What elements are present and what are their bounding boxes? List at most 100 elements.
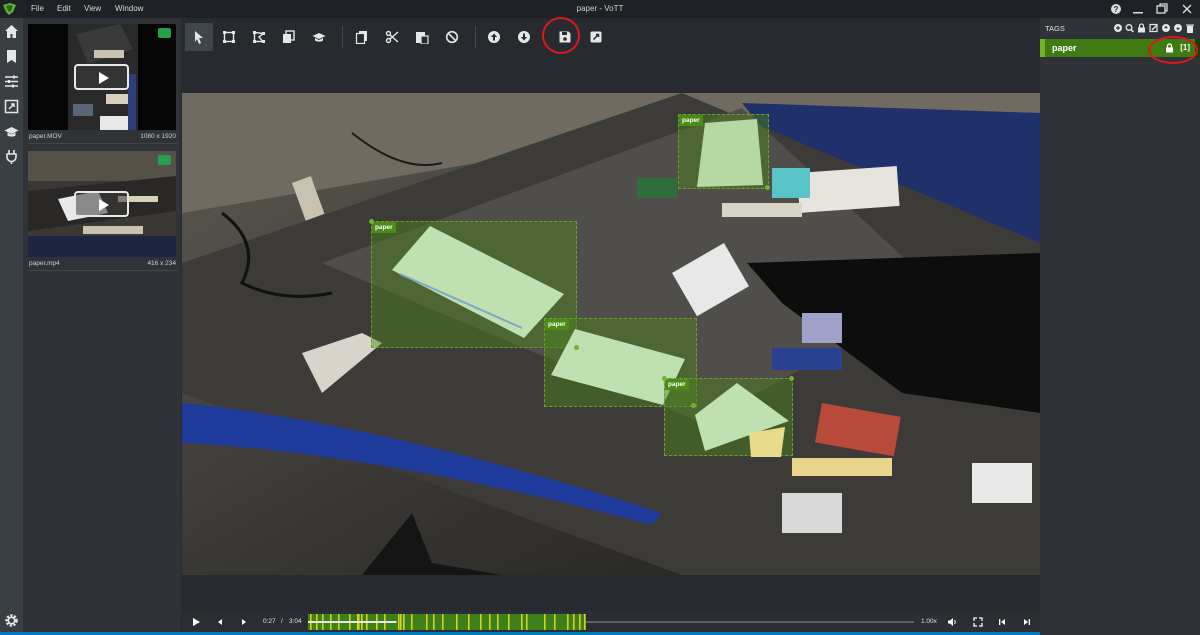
export-icon[interactable] bbox=[4, 99, 19, 114]
bounding-box-region[interactable]: paper bbox=[678, 114, 769, 189]
resize-handle[interactable] bbox=[765, 185, 770, 190]
play-overlay-icon[interactable] bbox=[74, 64, 129, 90]
tagged-frame-mark bbox=[526, 614, 528, 630]
tagged-frame-mark bbox=[521, 614, 523, 630]
menu-window[interactable]: Window bbox=[115, 4, 143, 13]
asset-thumbnail[interactable] bbox=[28, 151, 176, 257]
copy-rectangle-icon bbox=[283, 30, 295, 43]
next-tagged-frame-icon[interactable] bbox=[1022, 617, 1032, 627]
cut-button[interactable] bbox=[378, 23, 406, 51]
add-icon[interactable] bbox=[1114, 24, 1122, 32]
minimize-icon[interactable] bbox=[1131, 2, 1145, 16]
previous-asset-button[interactable] bbox=[480, 23, 508, 51]
tagged-frame-mark bbox=[398, 614, 400, 630]
tagged-frame-mark bbox=[403, 614, 405, 630]
tagged-frame-mark bbox=[400, 614, 402, 630]
tagged-frame-mark bbox=[468, 614, 470, 630]
current-time: 0:27 bbox=[263, 618, 276, 625]
paste-button[interactable] bbox=[408, 23, 436, 51]
tag-actions-toolbar bbox=[1114, 23, 1194, 34]
tagged-frame-mark bbox=[426, 614, 428, 630]
left-navigation-rail bbox=[0, 18, 23, 635]
volume-icon[interactable] bbox=[947, 617, 957, 627]
sliders-icon[interactable] bbox=[4, 74, 19, 89]
menu-view[interactable]: View bbox=[84, 4, 101, 13]
clear-button[interactable] bbox=[438, 23, 466, 51]
gear-icon[interactable] bbox=[4, 613, 19, 628]
resize-handle[interactable] bbox=[691, 403, 696, 408]
menu-file[interactable]: File bbox=[31, 4, 44, 13]
previous-frame-icon[interactable] bbox=[215, 617, 225, 627]
editor-canvas[interactable]: paper paper paper paper bbox=[182, 93, 1040, 575]
resize-handle[interactable] bbox=[789, 376, 794, 381]
video-playback-bar: 0:27 / 3:04 1.00x bbox=[182, 611, 1040, 633]
draw-rectangle-icon bbox=[223, 31, 235, 43]
play-overlay-icon[interactable] bbox=[74, 191, 129, 217]
next-asset-button[interactable] bbox=[510, 23, 538, 51]
lock-icon[interactable] bbox=[1138, 23, 1145, 33]
export-icon bbox=[590, 31, 602, 43]
asset-name: paper.mp4 bbox=[29, 260, 60, 267]
tagged-frame-mark bbox=[433, 614, 435, 630]
graduation-cap-icon[interactable] bbox=[4, 124, 19, 139]
playback-speed[interactable]: 1.00x bbox=[921, 618, 937, 625]
next-asset-icon bbox=[518, 31, 530, 43]
draw-polygon-icon bbox=[253, 31, 266, 43]
search-icon[interactable] bbox=[1125, 24, 1134, 33]
move-up-icon[interactable] bbox=[1162, 24, 1170, 32]
asset-item[interactable]: paper.mp4 416 x 234 bbox=[28, 151, 178, 271]
select-tool-button[interactable] bbox=[185, 23, 213, 51]
copy-button[interactable] bbox=[348, 23, 376, 51]
bounding-box-region[interactable]: paper bbox=[664, 378, 793, 457]
bookmark-icon[interactable] bbox=[4, 49, 19, 64]
asset-thumbnail[interactable] bbox=[28, 24, 176, 130]
previous-tagged-frame-icon[interactable] bbox=[997, 617, 1007, 627]
move-down-icon[interactable] bbox=[1174, 24, 1182, 32]
draw-rectangle-button[interactable] bbox=[215, 23, 243, 51]
asset-size: 1080 x 1920 bbox=[140, 133, 176, 140]
region-paper-shape bbox=[697, 119, 763, 187]
restore-icon[interactable] bbox=[1155, 2, 1169, 16]
fullscreen-icon[interactable] bbox=[973, 617, 983, 627]
paste-icon bbox=[416, 32, 429, 44]
tagged-frame-mark bbox=[497, 614, 499, 630]
lock-annotation-circle bbox=[1148, 36, 1198, 64]
export-button[interactable] bbox=[582, 23, 610, 51]
region-paper-shape bbox=[695, 383, 789, 457]
tagged-frame-mark bbox=[442, 614, 444, 630]
help-icon[interactable]: ? bbox=[1109, 2, 1123, 16]
tagged-frame-mark bbox=[508, 614, 510, 630]
menu-edit[interactable]: Edit bbox=[57, 4, 71, 13]
tag-color-swatch bbox=[1040, 39, 1045, 57]
play-icon[interactable] bbox=[191, 617, 201, 627]
tags-header: TAGS bbox=[1045, 24, 1065, 33]
edit-icon[interactable] bbox=[1149, 23, 1158, 33]
copy-rectangle-button[interactable] bbox=[275, 23, 303, 51]
next-frame-icon[interactable] bbox=[239, 617, 249, 627]
region-tag-label: paper bbox=[665, 379, 689, 390]
tagged-frame-mark bbox=[544, 614, 546, 630]
cut-icon bbox=[385, 30, 399, 44]
active-learning-button[interactable] bbox=[305, 23, 333, 51]
timeline-scrubber[interactable] bbox=[308, 614, 914, 630]
asset-item[interactable]: paper.MOV 1080 x 1920 bbox=[28, 24, 178, 144]
tagged-frame-mark bbox=[573, 614, 575, 630]
resize-handle[interactable] bbox=[369, 219, 374, 224]
tagged-frame-mark bbox=[489, 614, 491, 630]
resize-handle[interactable] bbox=[574, 345, 579, 350]
tagged-frame-mark bbox=[480, 614, 482, 630]
delete-icon[interactable] bbox=[1186, 24, 1194, 34]
close-icon[interactable] bbox=[1180, 2, 1194, 16]
asset-name: paper.MOV bbox=[29, 133, 62, 140]
home-icon[interactable] bbox=[4, 24, 19, 39]
plug-icon[interactable] bbox=[4, 149, 19, 164]
resize-handle[interactable] bbox=[662, 376, 667, 381]
region-tag-label: paper bbox=[545, 319, 569, 330]
asset-panel: paper.MOV 1080 x 1920 paper.mp4 416 x 23… bbox=[23, 18, 181, 635]
title-bar: File Edit View Window paper - VoTT ? bbox=[0, 0, 1200, 18]
tagged-frame-mark bbox=[579, 614, 581, 630]
time-separator: / bbox=[281, 618, 283, 625]
draw-polygon-button[interactable] bbox=[245, 23, 273, 51]
region-tag-label: paper bbox=[372, 222, 396, 233]
select-icon bbox=[195, 31, 203, 44]
